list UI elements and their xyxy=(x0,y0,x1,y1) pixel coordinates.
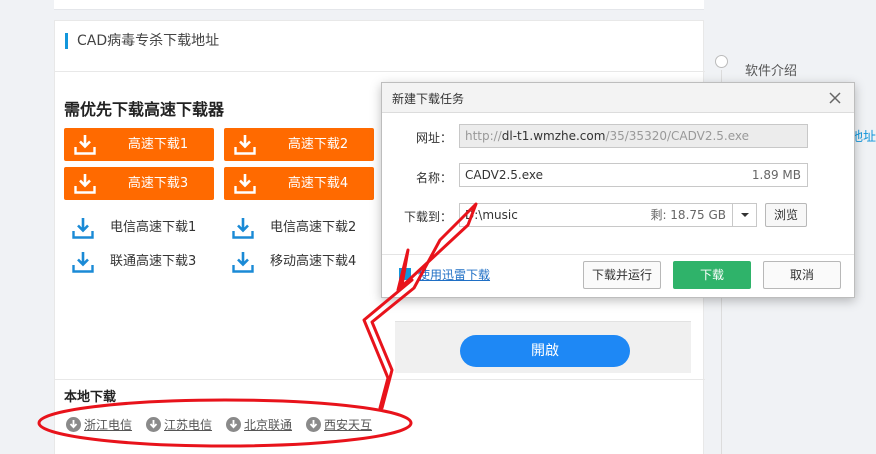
fast-download-button-4[interactable]: 高速下载4 xyxy=(224,167,374,200)
fast-download-button-1[interactable]: 高速下载1 xyxy=(64,128,214,161)
fast-download-label: 高速下载2 xyxy=(287,137,349,152)
download-tray-icon xyxy=(72,252,94,273)
download-circle-icon xyxy=(146,417,161,432)
download-tray-icon xyxy=(234,135,256,155)
download-tray-icon xyxy=(74,135,96,155)
mirror-label: 西安天互 xyxy=(324,418,373,432)
telecom-download-link-1[interactable]: 电信高速下载1 xyxy=(72,215,212,241)
mirror-link-xian[interactable]: 西安天互 xyxy=(306,416,372,434)
dropdown-arrow[interactable] xyxy=(732,204,756,226)
browse-button[interactable]: 浏览 xyxy=(765,203,807,227)
save-path-value: D:\music xyxy=(465,208,518,222)
telecom-download-link-2[interactable]: 电信高速下载2 xyxy=(232,215,382,241)
previous-card xyxy=(54,0,704,10)
download-circle-icon xyxy=(66,417,81,432)
download-tray-icon xyxy=(232,218,254,239)
use-xunlei-label[interactable]: 使用迅雷下载 xyxy=(418,266,490,283)
dialog-header: 新建下载任务 xyxy=(382,83,854,113)
name-label: 名称： xyxy=(415,171,452,185)
chevron-down-icon xyxy=(741,213,749,217)
fast-download-label: 高速下载4 xyxy=(287,176,349,191)
new-download-dialog: 新建下载任务 网址： http://dl-t1.wmzhe.com/35/353… xyxy=(381,82,855,298)
unicom-download-link-3[interactable]: 联通高速下载3 xyxy=(72,249,212,275)
download-tray-icon xyxy=(74,174,96,194)
mirror-link-beijing[interactable]: 北京联通 xyxy=(226,416,292,434)
priority-title: 需优先下载高速下载器 xyxy=(64,100,225,119)
cancel-button[interactable]: 取消 xyxy=(763,261,841,289)
local-download-title: 本地下载 xyxy=(64,390,117,405)
url-domain: dl-t1.wmzhe.com xyxy=(501,129,606,143)
download-link-label: 移动高速下载4 xyxy=(270,254,357,269)
divider xyxy=(55,71,705,72)
download-link-label: 电信高速下载1 xyxy=(110,220,197,235)
download-circle-icon xyxy=(306,417,321,432)
use-xunlei-checkbox[interactable] xyxy=(399,268,411,280)
mobile-download-link-4[interactable]: 移动高速下载4 xyxy=(232,249,382,275)
download-tray-icon xyxy=(232,252,254,273)
download-circle-icon xyxy=(226,417,241,432)
download-tray-icon xyxy=(234,174,256,194)
filename-value: CADV2.5.exe xyxy=(465,168,544,182)
save-to-label: 下载到： xyxy=(403,210,452,224)
sidebar-item-software-intro[interactable]: 软件介绍 xyxy=(745,60,797,79)
dialog-divider xyxy=(382,254,854,255)
mirror-label: 江苏电信 xyxy=(164,418,213,432)
download-button[interactable]: 下载 xyxy=(673,261,751,289)
file-size: 1.89 MB xyxy=(751,168,801,182)
save-path-combo[interactable]: D:\music 剩: 18.75 GB xyxy=(459,203,757,227)
fast-download-label: 高速下载1 xyxy=(127,137,189,152)
mirror-label: 北京联通 xyxy=(244,418,293,432)
free-space: 剩: 18.75 GB xyxy=(650,208,726,222)
download-and-run-button[interactable]: 下载并运行 xyxy=(583,261,661,289)
section-title: CAD病毒专杀下载地址 xyxy=(65,33,219,49)
divider xyxy=(55,379,705,380)
download-tray-icon xyxy=(72,218,94,239)
url-prefix: http:// xyxy=(465,129,502,143)
timeline-dot xyxy=(715,55,728,68)
fast-download-button-3[interactable]: 高速下载3 xyxy=(64,167,214,200)
mirror-link-zhejiang[interactable]: 浙江电信 xyxy=(66,416,132,434)
url-label: 网址： xyxy=(415,131,452,145)
filename-field[interactable]: CADV2.5.exe 1.89 MB xyxy=(459,163,808,187)
url-field[interactable]: http://dl-t1.wmzhe.com/35/35320/CADV2.5.… xyxy=(459,124,808,148)
url-path: /35/35320/CADV2.5.exe xyxy=(605,129,750,143)
dialog-title: 新建下载任务 xyxy=(392,92,465,106)
fast-download-button-2[interactable]: 高速下载2 xyxy=(224,128,374,161)
fast-download-label: 高速下载3 xyxy=(127,176,189,191)
download-link-label: 联通高速下载3 xyxy=(110,254,197,269)
open-button[interactable]: 開啟 xyxy=(460,335,630,367)
mirror-label: 浙江电信 xyxy=(84,418,133,432)
close-icon[interactable] xyxy=(826,89,844,107)
mirror-link-jiangsu[interactable]: 江苏电信 xyxy=(146,416,212,434)
download-link-label: 电信高速下载2 xyxy=(270,220,357,235)
